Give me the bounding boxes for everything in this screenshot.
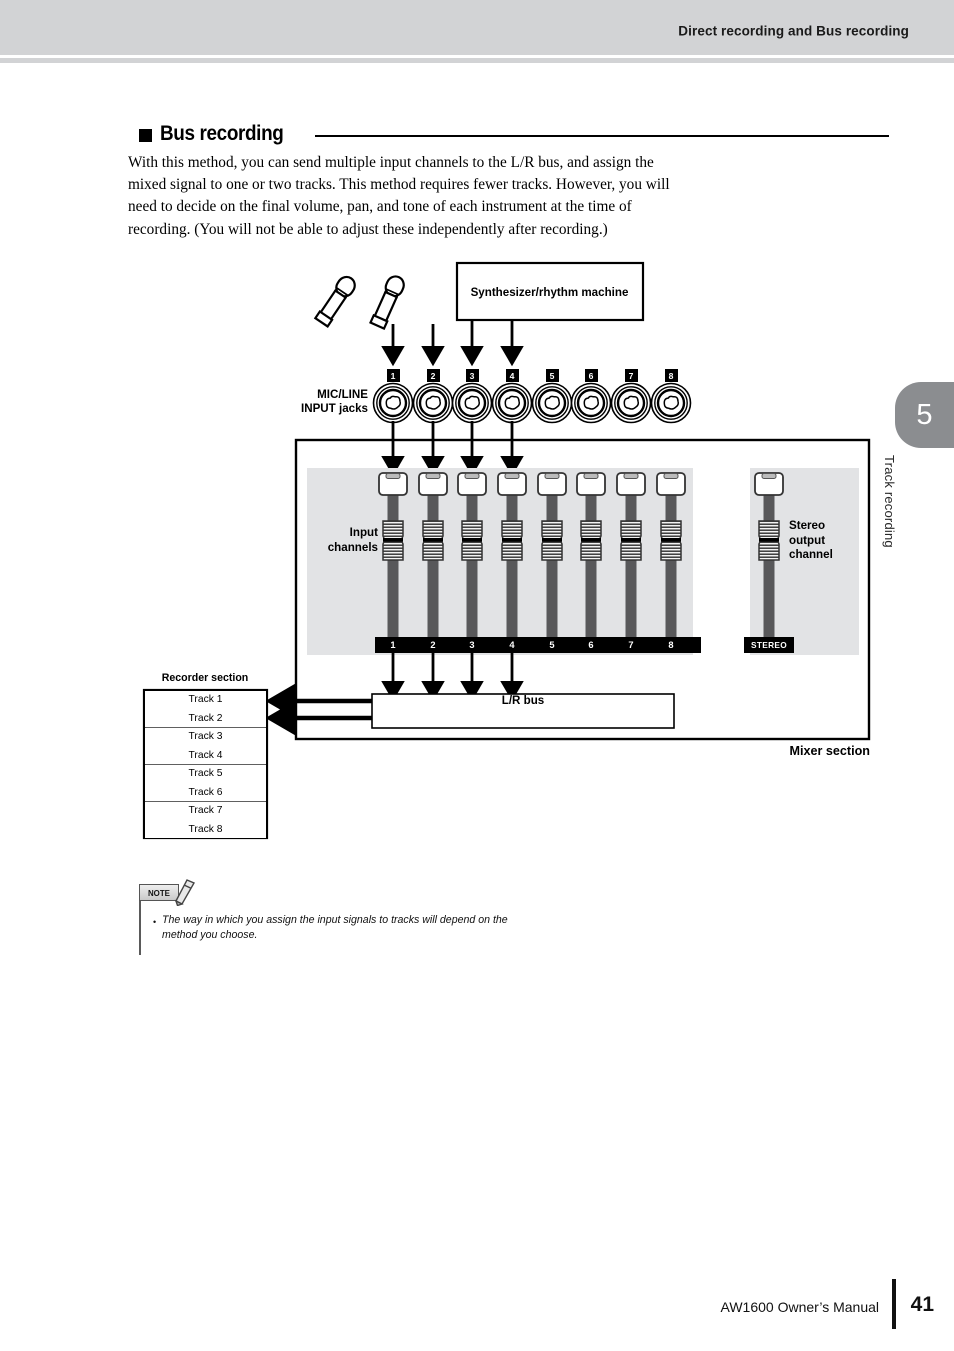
channel-number-5: 5 — [549, 639, 555, 650]
jack-number-badge-4: 4 — [505, 369, 519, 382]
page-header-title: Direct recording and Bus recording — [678, 23, 909, 39]
recorder-section-label: Recorder section — [161, 672, 249, 684]
pencil-icon — [174, 879, 195, 906]
section-paragraph: With this method, you can send multiple … — [128, 154, 670, 238]
jack-number-badge-2: 2 — [426, 369, 440, 382]
mixer-section-label: Mixer section — [789, 744, 871, 758]
input-channels-line2: channels — [327, 540, 378, 554]
channel-number-8: 8 — [668, 639, 674, 650]
header-rule — [0, 58, 954, 63]
note-vertical-rule — [139, 901, 141, 955]
channel-number-stereo: STEREO — [751, 639, 787, 650]
track-row-1: Track 1 — [145, 690, 266, 709]
jack-number-badge-3: 3 — [465, 369, 479, 382]
note-tab-label: NOTE — [148, 887, 170, 898]
jack-number-badge-8: 8 — [664, 369, 678, 382]
track-row-7: Track 7 — [145, 801, 266, 820]
channel-number-7: 7 — [628, 639, 634, 650]
track-row-8: Track 8 — [145, 820, 266, 839]
square-bullet-icon — [139, 128, 152, 142]
stereo-output-line2: output — [789, 533, 826, 547]
jack-number-badge-7: 7 — [624, 369, 638, 382]
stereo-output-line3: channel — [789, 548, 833, 561]
chapter-tab: 5 — [895, 382, 954, 448]
stereo-output-channel-label: Stereo output channel — [789, 519, 889, 563]
section-heading-text: Bus recording — [160, 122, 284, 145]
synthesizer-box-label: Synthesizer/rhythm machine — [470, 285, 629, 299]
jack-number-badge-5: 5 — [545, 369, 559, 382]
note-bullet: • — [153, 917, 157, 927]
track-row-6: Track 6 — [145, 783, 266, 802]
input-channels-line1: Input — [349, 526, 378, 539]
footer-page-number: 41 — [910, 1293, 934, 1316]
mic-line-label-line1: MIC/LINE — [317, 388, 368, 401]
lr-bus-label: L/R bus — [501, 694, 545, 707]
stereo-output-line1: Stereo — [789, 519, 826, 532]
channel-number-3: 3 — [469, 639, 475, 650]
jack-number-badge-6: 6 — [584, 369, 598, 382]
track-row-3: Track 3 — [145, 727, 266, 746]
jack-number-badge-1: 1 — [386, 369, 400, 382]
channel-number-1: 1 — [390, 639, 396, 650]
input-channels-label: Input channels — [290, 526, 378, 555]
section-heading: Bus recording — [139, 122, 889, 146]
note-text: The way in which you assign the input si… — [162, 914, 508, 941]
track-row-5: Track 5 — [145, 764, 266, 783]
track-row-2: Track 2 — [145, 709, 266, 728]
heading-rule — [315, 134, 889, 138]
track-row-4: Track 4 — [145, 746, 266, 765]
chapter-number: 5 — [916, 398, 933, 431]
footer-divider — [892, 1279, 896, 1329]
channel-number-4: 4 — [509, 639, 515, 650]
channel-number-2: 2 — [430, 639, 436, 650]
footer-manual-title: AW1600 Owner’s Manual — [720, 1299, 879, 1315]
mic-line-label-line2: INPUT jacks — [300, 402, 368, 415]
mic-line-input-jacks-label: MIC/LINE INPUT jacks — [278, 388, 368, 416]
channel-number-6: 6 — [588, 639, 594, 650]
